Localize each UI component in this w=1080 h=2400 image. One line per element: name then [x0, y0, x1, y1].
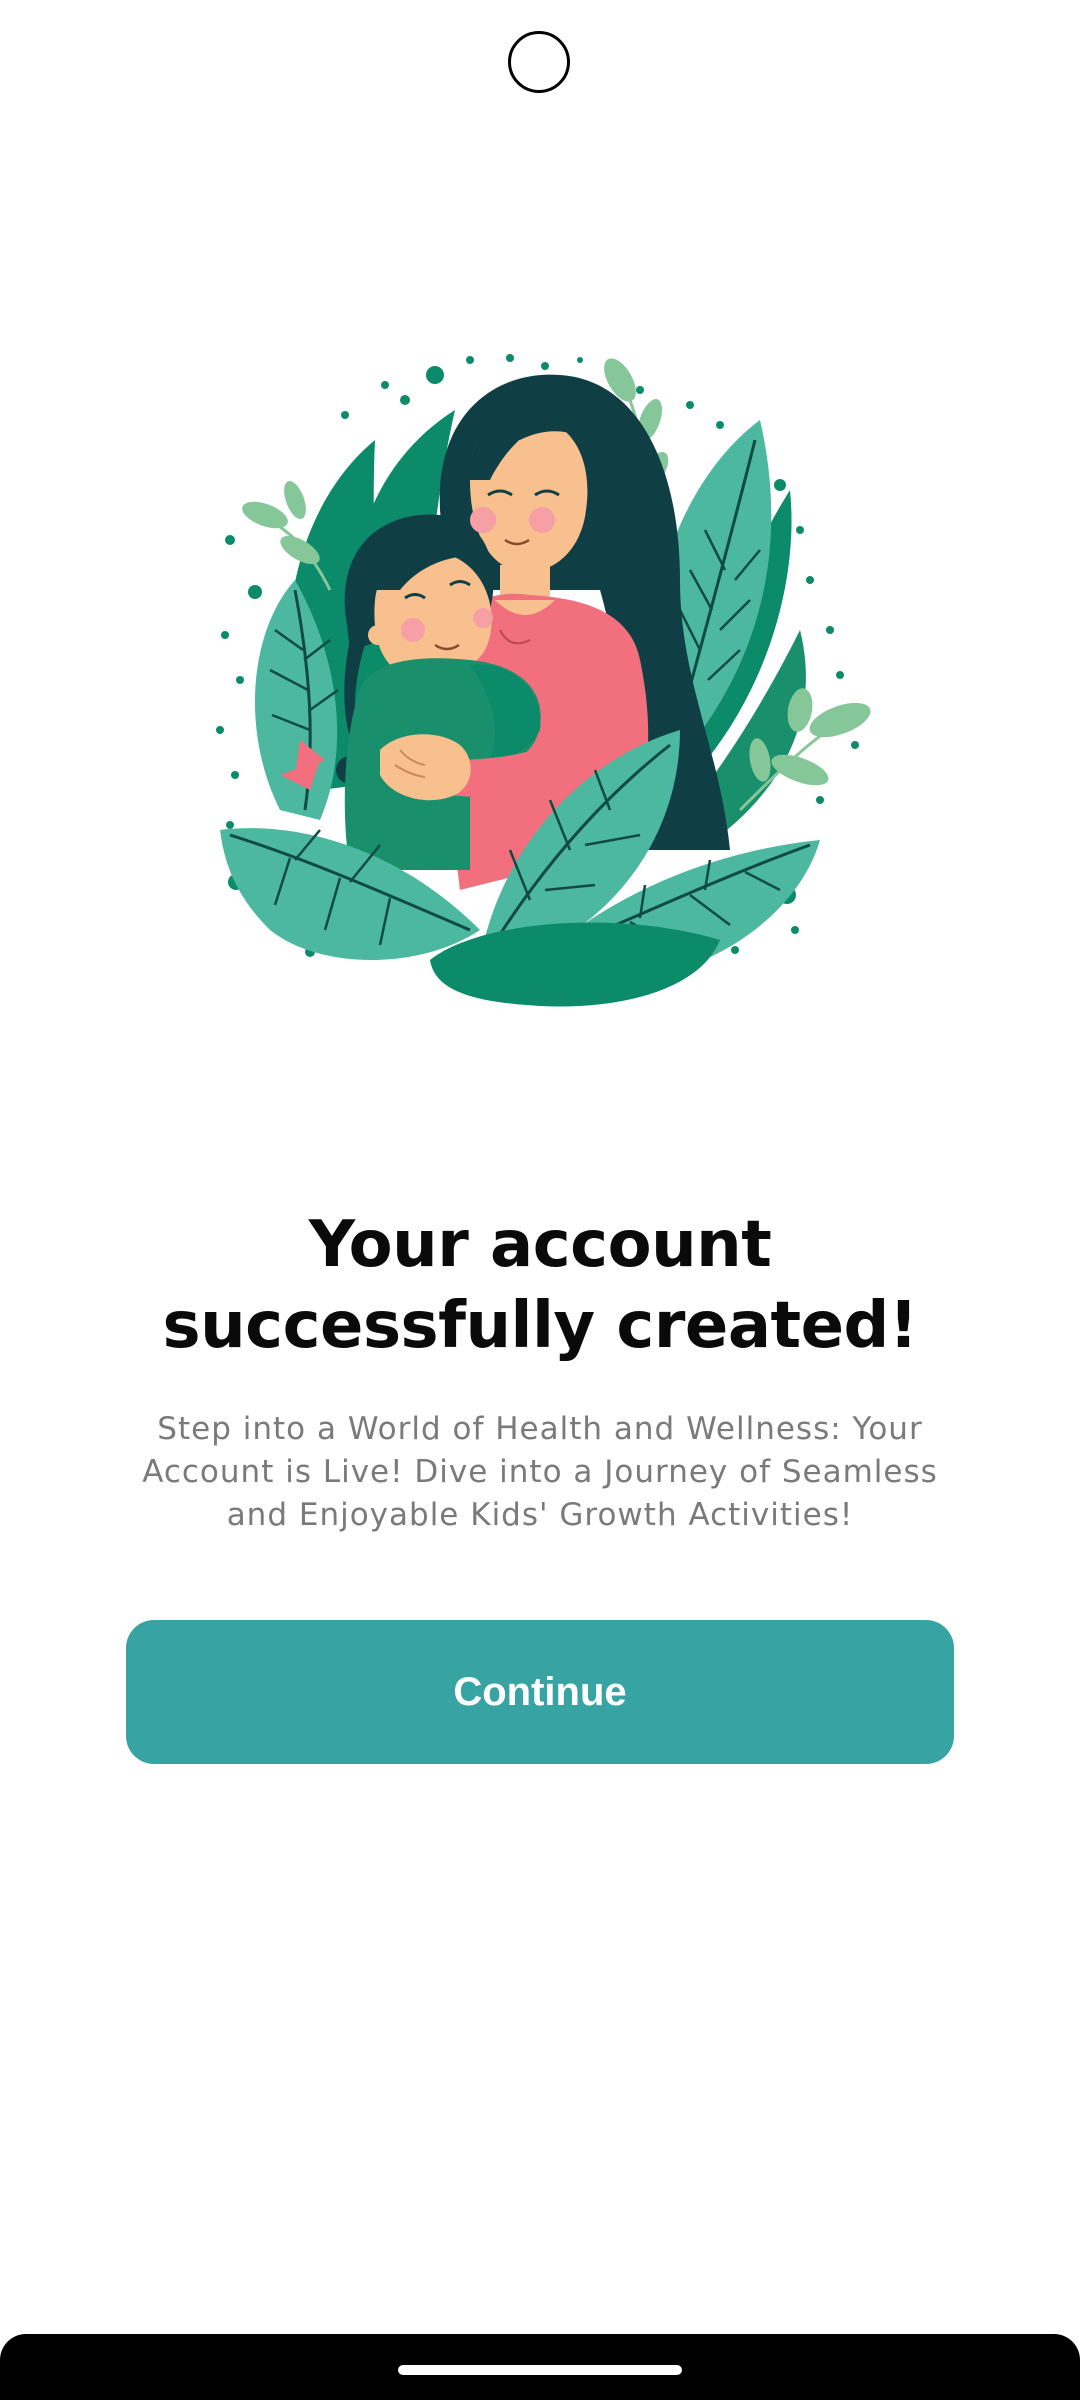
mother-hugging-child-illustration — [200, 330, 880, 1020]
continue-button[interactable]: Continue — [126, 1620, 954, 1764]
page-subtitle: Step into a World of Health and Wellness… — [142, 1411, 938, 1533]
page-title: Your account successfully created! — [162, 1208, 919, 1363]
home-indicator[interactable] — [398, 2365, 682, 2375]
camera-cutout — [508, 31, 570, 93]
